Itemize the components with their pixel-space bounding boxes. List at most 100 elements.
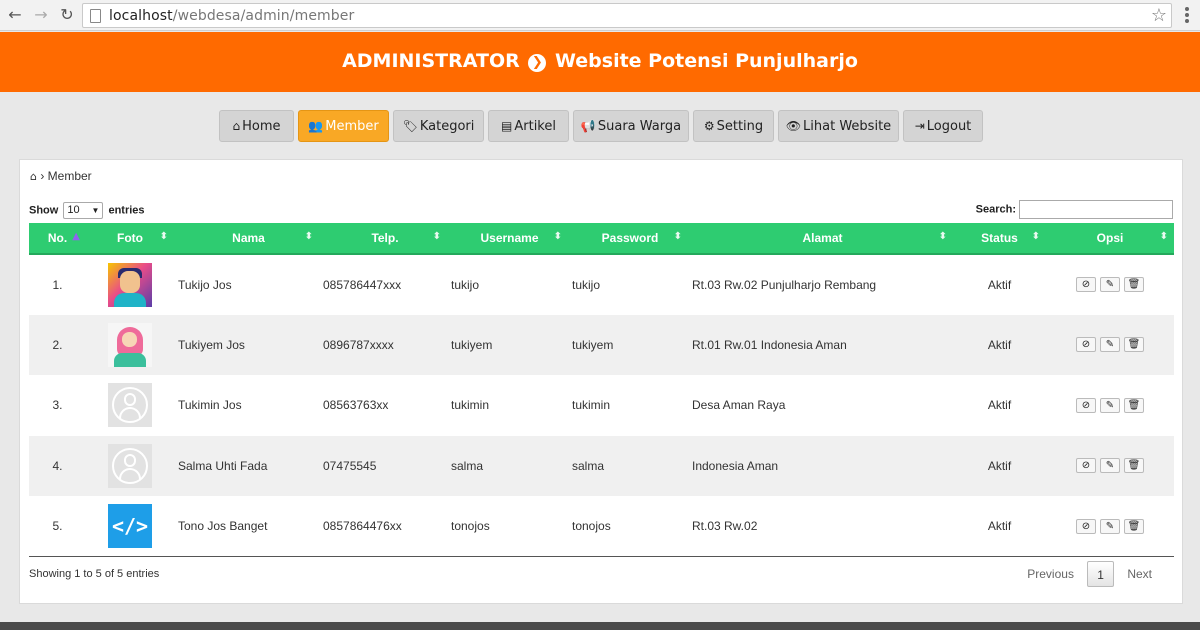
column-header-status[interactable]: Status ⬍ [953, 223, 1046, 255]
edit-icon[interactable]: ✎ [1100, 397, 1120, 413]
edit-icon[interactable]: ✎ [1100, 337, 1120, 353]
page-button[interactable]: 1 [1087, 561, 1114, 587]
nav-lihat-website-button[interactable]: 👁 Lihat Website [778, 110, 899, 142]
nav-home-label: Home [242, 119, 281, 134]
column-label: Password [601, 231, 659, 245]
sort-icon: ⬍ [673, 231, 682, 242]
column-header-username[interactable]: Username ⬍ [447, 223, 568, 255]
cell-foto [86, 375, 174, 436]
cell-status: Aktif [953, 496, 1046, 557]
ban-icon[interactable]: ⊘ [1076, 458, 1096, 474]
nav-kategori-button[interactable]: 🏷 Kategori [393, 110, 484, 142]
trash-icon[interactable]: 🗑 [1124, 458, 1144, 474]
page-icon [90, 9, 101, 23]
search-input[interactable] [1019, 200, 1173, 219]
nav-member-button[interactable]: 👥 Member [298, 110, 389, 142]
nav-artikel-button[interactable]: ▤ Artikel [488, 110, 569, 142]
edit-icon[interactable]: ✎ [1100, 277, 1120, 293]
content-panel: ⌂ › Member Show 10 ▼ entries Search: No. ▲… [19, 159, 1183, 604]
megaphone-icon: 📢 [580, 119, 596, 133]
nav-logout-label: Logout [926, 119, 972, 134]
sort-icon: ⬍ [1159, 231, 1168, 242]
cell-nama: Tukimin Jos [174, 375, 319, 436]
header-title: ADMINISTRATOR ❯ Website Potensi Punjulha… [342, 50, 858, 72]
cell-alamat: Desa Aman Raya [688, 375, 953, 436]
avatar [108, 383, 152, 428]
url-text[interactable]: localhost/webdesa/admin/member [109, 8, 354, 24]
nav-setting-button[interactable]: ⚙ Setting [693, 110, 774, 142]
cell-alamat: Rt.03 Rw.02 Punjulharjo Rembang [688, 254, 953, 315]
table-row: 4. Salma Uhti Fada 07475545 salma salma … [29, 435, 1174, 496]
cell-telp: 0896787xxxx [319, 314, 447, 375]
cell-password: tukiyem [568, 314, 688, 375]
browser-menu-icon[interactable] [1180, 5, 1194, 25]
column-header-opsi[interactable]: Opsi ⬍ [1046, 223, 1174, 255]
cell-status: Aktif [953, 435, 1046, 496]
cell-nama: Salma Uhti Fada [174, 435, 319, 496]
cell-no: 1. [29, 254, 86, 315]
avatar [108, 322, 152, 367]
bookmark-star-icon[interactable]: ☆ [1151, 5, 1167, 26]
page-size-select[interactable]: 10 ▼ [63, 202, 104, 219]
column-header-password[interactable]: Password ⬍ [568, 223, 688, 255]
column-header-nama[interactable]: Nama ⬍ [174, 223, 319, 255]
forward-arrow-icon[interactable]: → [32, 6, 50, 24]
users-icon: 👥 [308, 119, 324, 133]
cell-opsi: ⊘ ✎ 🗑 [1046, 314, 1174, 375]
previous-button[interactable]: Previous [1017, 561, 1084, 587]
cell-status: Aktif [953, 254, 1046, 315]
cell-foto [86, 254, 174, 315]
cell-foto [86, 435, 174, 496]
trash-icon[interactable]: 🗑 [1124, 337, 1144, 353]
cell-no: 5. [29, 496, 86, 557]
cell-password: tukijo [568, 254, 688, 315]
ban-icon[interactable]: ⊘ [1076, 518, 1096, 534]
site-header: ADMINISTRATOR ❯ Website Potensi Punjulha… [0, 32, 1200, 92]
column-label: Status [981, 231, 1018, 245]
edit-icon[interactable]: ✎ [1100, 458, 1120, 474]
nav-suara-warga-button[interactable]: 📢 Suara Warga [573, 110, 689, 142]
show-label: Show [29, 204, 59, 217]
trash-icon[interactable]: 🗑 [1124, 277, 1144, 293]
nav-lihat-website-label: Lihat Website [803, 119, 892, 134]
nav-logout-button[interactable]: ⇥ Logout [903, 110, 983, 142]
ban-icon[interactable]: ⊘ [1076, 397, 1096, 413]
table-header-row: No. ▲ Foto ⬍ Nama ⬍ Telp. ⬍ Username ⬍ Passwo… [29, 223, 1174, 255]
nav-kategori-label: Kategori [419, 119, 475, 134]
cell-alamat: Rt.01 Rw.01 Indonesia Aman [688, 314, 953, 375]
column-header-telp[interactable]: Telp. ⬍ [319, 223, 447, 255]
sign-out-icon: ⇥ [914, 119, 925, 133]
address-bar[interactable]: localhost/webdesa/admin/member ☆ [82, 3, 1172, 28]
home-icon[interactable]: ⌂ [30, 170, 37, 183]
column-label: No. [47, 231, 68, 245]
nav-home-button[interactable]: ⌂ Home [219, 110, 294, 142]
column-header-foto[interactable]: Foto ⬍ [86, 223, 174, 255]
cell-no: 2. [29, 314, 86, 375]
sort-asc-icon: ▲ [72, 231, 80, 242]
url-path: /webdesa/admin/member [172, 8, 355, 24]
column-header-alamat[interactable]: Alamat ⬍ [688, 223, 953, 255]
next-button[interactable]: Next [1117, 561, 1162, 587]
cell-username: tukimin [447, 375, 568, 436]
sort-icon: ⬍ [938, 231, 947, 242]
ban-icon[interactable]: ⊘ [1076, 277, 1096, 293]
trash-icon[interactable]: 🗑 [1124, 518, 1144, 534]
ban-icon[interactable]: ⊘ [1076, 337, 1096, 353]
home-icon: ⌂ [232, 119, 241, 133]
cell-opsi: ⊘ ✎ 🗑 [1046, 254, 1174, 315]
cell-telp: 0857864476xx [319, 496, 447, 557]
back-arrow-icon[interactable]: ← [6, 6, 24, 24]
table-row: 3. Tukimin Jos 08563763xx tukimin tukimi… [29, 375, 1174, 436]
edit-icon[interactable]: ✎ [1100, 518, 1120, 534]
column-header-no[interactable]: No. ▲ [29, 223, 86, 255]
cell-foto: </> [86, 496, 174, 557]
breadcrumb: ⌂ › Member [30, 169, 92, 183]
nav-member-label: Member [325, 119, 379, 134]
reload-icon[interactable]: ↻ [58, 6, 76, 24]
cell-opsi: ⊘ ✎ 🗑 [1046, 496, 1174, 557]
member-table: No. ▲ Foto ⬍ Nama ⬍ Telp. ⬍ Username ⬍ Passwo… [29, 223, 1174, 557]
nav-artikel-label: Artikel [514, 119, 556, 134]
cell-telp: 07475545 [319, 435, 447, 496]
cell-username: salma [447, 435, 568, 496]
trash-icon[interactable]: 🗑 [1124, 397, 1144, 413]
